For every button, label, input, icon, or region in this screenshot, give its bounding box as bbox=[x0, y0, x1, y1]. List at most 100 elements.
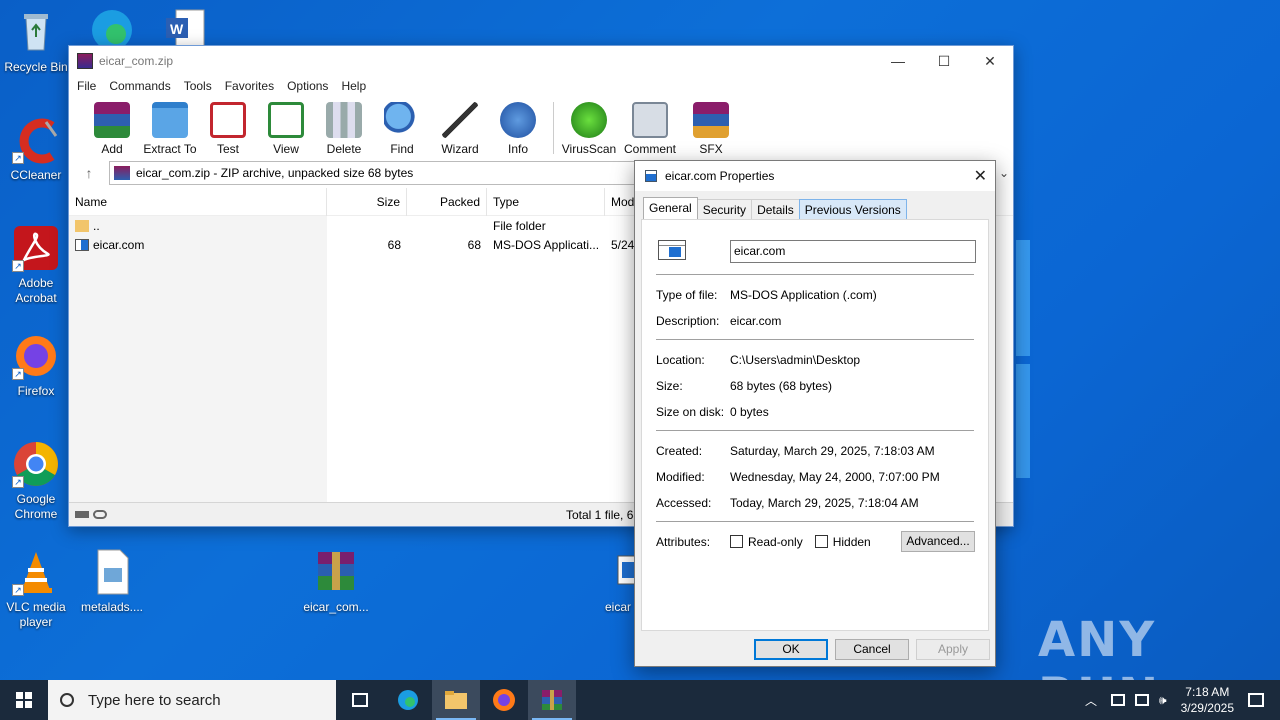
acrobat-icon: ↗ bbox=[12, 224, 60, 272]
checklist-icon bbox=[210, 102, 246, 138]
title-bar[interactable]: eicar_com.zip bbox=[69, 46, 1013, 76]
desktop-icon-recycle-bin[interactable]: Recycle Bin bbox=[0, 8, 72, 75]
accessed-row: Accessed: Today, March 29, 2025, 7:18:04 … bbox=[656, 496, 919, 510]
info-button[interactable]: Info bbox=[489, 102, 547, 156]
image-file-icon bbox=[88, 548, 136, 596]
winrar-app-icon bbox=[77, 53, 93, 69]
add-button[interactable]: Add bbox=[83, 102, 141, 156]
column-packed[interactable]: Packed bbox=[407, 187, 487, 216]
modified-row: Modified: Wednesday, May 24, 2000, 7:07:0… bbox=[656, 470, 940, 484]
divider bbox=[656, 430, 974, 431]
wizard-button[interactable]: Wizard bbox=[431, 102, 489, 156]
desktop-icon-label: VLC media player bbox=[6, 600, 66, 629]
menu-tools[interactable]: Tools bbox=[184, 79, 212, 93]
menu-options[interactable]: Options bbox=[287, 79, 328, 93]
desktop-icon-ccleaner[interactable]: ↗ CCleaner bbox=[0, 116, 72, 183]
attributes-row: Attributes: Read-only Hidden bbox=[656, 535, 871, 549]
clock[interactable]: 7:18 AM 3/29/2025 bbox=[1181, 684, 1234, 716]
menu-file[interactable]: File bbox=[77, 79, 96, 93]
toolbar: Add Extract To Test View Delete Find Wiz… bbox=[69, 96, 1013, 158]
divider bbox=[656, 274, 974, 275]
description-row: Description: eicar.com bbox=[656, 314, 782, 328]
minimize-button[interactable]: — bbox=[875, 46, 921, 76]
desktop-icon-adobe-acrobat[interactable]: ↗ Adobe Acrobat bbox=[0, 224, 72, 306]
cancel-button[interactable]: Cancel bbox=[835, 639, 909, 660]
menu-favorites[interactable]: Favorites bbox=[225, 79, 274, 93]
windows-logo-icon bbox=[16, 692, 32, 708]
size-row: Size: 68 bytes (68 bytes) bbox=[656, 379, 833, 393]
book-icon bbox=[268, 102, 304, 138]
desktop-icon-firefox[interactable]: ↗ Firefox bbox=[0, 332, 72, 399]
monitor-icon[interactable] bbox=[1135, 694, 1150, 706]
column-name[interactable]: Name bbox=[69, 187, 327, 216]
taskbar: Type here to search ︿ 🕪 7:18 AM 3/29/202… bbox=[0, 680, 1280, 720]
sfx-box-icon bbox=[693, 102, 729, 138]
find-button[interactable]: Find bbox=[373, 102, 431, 156]
notifications-icon[interactable] bbox=[1248, 693, 1264, 707]
desktop-icon-eicar-zip[interactable]: eicar_com... bbox=[300, 548, 372, 615]
apply-button[interactable]: Apply bbox=[916, 639, 990, 660]
trash-icon bbox=[326, 102, 362, 138]
dialog-title: eicar.com Properties bbox=[665, 169, 775, 183]
firefox-icon bbox=[493, 689, 515, 711]
taskbar-file-explorer[interactable] bbox=[432, 680, 480, 720]
desktop-icon-label: Recycle Bin bbox=[4, 60, 68, 74]
taskbar-search-box[interactable]: Type here to search bbox=[48, 680, 336, 720]
table-row[interactable]: eicar.com 68 68 MS-DOS Applicati... 5/24 bbox=[69, 235, 1013, 254]
dialog-title-bar[interactable]: eicar.com Properties bbox=[635, 161, 995, 191]
taskbar-winrar[interactable] bbox=[528, 680, 576, 720]
taskbar-edge[interactable] bbox=[384, 680, 432, 720]
magnifier-icon bbox=[384, 102, 420, 138]
svg-text:W: W bbox=[170, 21, 184, 37]
created-row: Created: Saturday, March 29, 2025, 7:18:0… bbox=[656, 444, 935, 458]
task-view-button[interactable] bbox=[336, 680, 384, 720]
desktop-icon-label: metalads.... bbox=[80, 600, 144, 614]
delete-button[interactable]: Delete bbox=[315, 102, 373, 156]
desktop-icon-vlc[interactable]: ↗ VLC media player bbox=[0, 548, 72, 630]
extract-to-button[interactable]: Extract To bbox=[141, 102, 199, 156]
virus-scan-icon bbox=[571, 102, 607, 138]
advanced-button[interactable]: Advanced... bbox=[901, 531, 975, 552]
volume-icon[interactable]: 🕪 bbox=[1159, 693, 1167, 708]
divider bbox=[656, 339, 974, 340]
add-archive-icon bbox=[94, 102, 130, 138]
size-on-disk-row: Size on disk: 0 bytes bbox=[656, 405, 769, 419]
menu-commands[interactable]: Commands bbox=[109, 79, 170, 93]
desktop-icon-google-chrome[interactable]: ↗ Google Chrome bbox=[0, 440, 72, 522]
close-icon[interactable]: ✕ bbox=[974, 166, 987, 186]
chevron-down-icon[interactable]: ⌄ bbox=[995, 166, 1013, 180]
edge-desktop-icon[interactable] bbox=[86, 6, 138, 50]
chrome-icon: ↗ bbox=[12, 440, 60, 488]
test-button[interactable]: Test bbox=[199, 102, 257, 156]
sfx-button[interactable]: SFX bbox=[682, 102, 740, 156]
desktop-icon-metalads[interactable]: metalads.... bbox=[76, 548, 148, 615]
recycle-bin-icon bbox=[12, 8, 60, 56]
table-row[interactable]: .. File folder bbox=[69, 216, 1013, 235]
maximize-button[interactable]: ☐ bbox=[921, 46, 967, 76]
readonly-checkbox[interactable]: Read-only bbox=[730, 535, 803, 549]
tab-general[interactable]: General bbox=[643, 197, 698, 219]
menu-help[interactable]: Help bbox=[341, 79, 366, 93]
taskbar-firefox[interactable] bbox=[480, 680, 528, 720]
hidden-checkbox[interactable]: Hidden bbox=[814, 535, 871, 549]
word-doc-desktop-icon[interactable]: W bbox=[164, 8, 206, 48]
virusscan-button[interactable]: VirusScan bbox=[560, 102, 618, 156]
column-size[interactable]: Size bbox=[327, 187, 407, 216]
divider bbox=[656, 521, 974, 522]
comment-button[interactable]: Comment bbox=[618, 102, 682, 156]
chevron-up-icon[interactable]: ︿ bbox=[1085, 692, 1097, 709]
view-button[interactable]: View bbox=[257, 102, 315, 156]
up-arrow-icon[interactable]: ↑ bbox=[69, 165, 109, 181]
start-button[interactable] bbox=[0, 680, 48, 720]
firefox-icon: ↗ bbox=[12, 332, 60, 380]
desktop-icon-label: Google Chrome bbox=[14, 492, 58, 521]
close-button[interactable]: ✕ bbox=[967, 46, 1013, 76]
drive-icon bbox=[75, 511, 89, 518]
ok-button[interactable]: OK bbox=[754, 639, 828, 660]
folder-icon bbox=[445, 691, 467, 709]
network-icon[interactable] bbox=[1111, 694, 1126, 706]
key-icon bbox=[93, 510, 107, 519]
info-icon bbox=[500, 102, 536, 138]
column-type[interactable]: Type bbox=[487, 187, 605, 216]
wallpaper-streak bbox=[1016, 364, 1030, 478]
